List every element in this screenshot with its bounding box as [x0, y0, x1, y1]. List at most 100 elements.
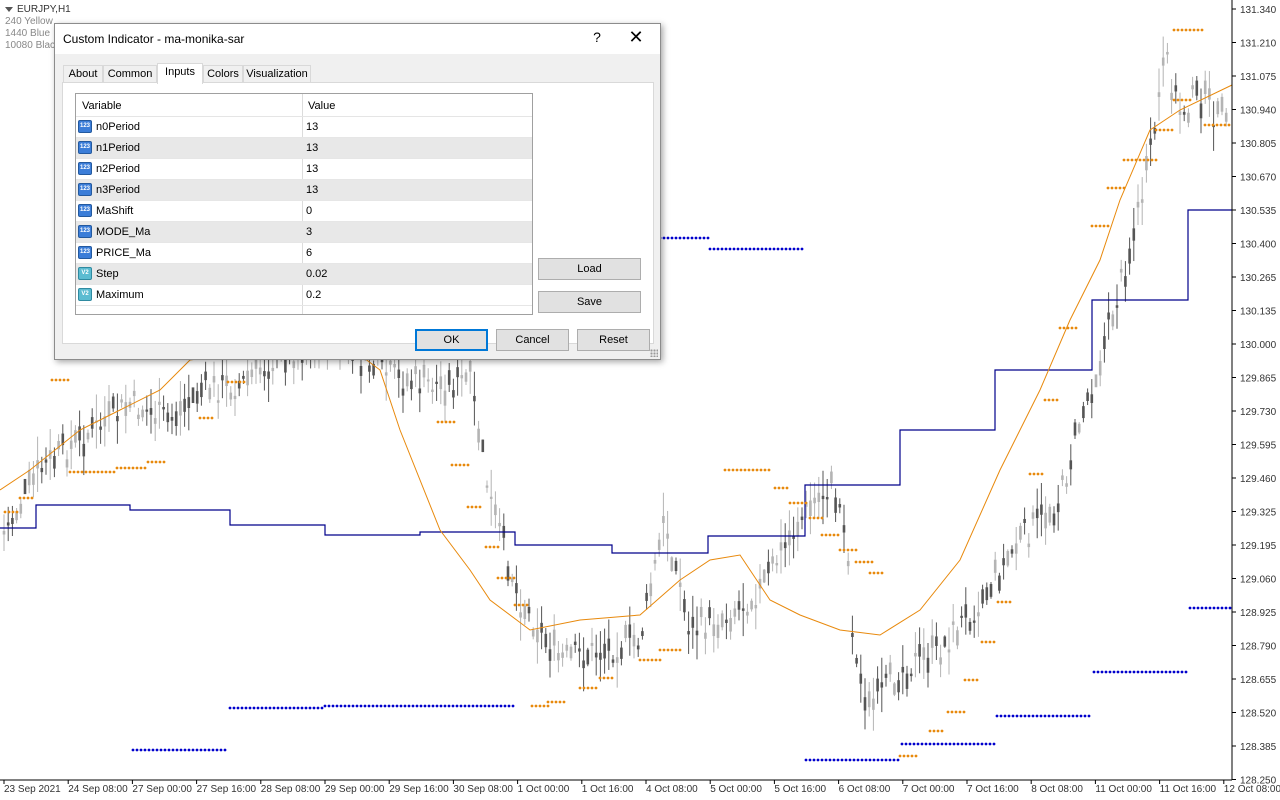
sar-dot-orange	[1118, 186, 1122, 190]
sar-dot-blue	[507, 704, 511, 708]
sar-dot-orange	[980, 640, 984, 644]
input-value[interactable]: 0.02	[306, 268, 327, 280]
sar-dot-orange	[1146, 158, 1150, 162]
price-tick-label: 128.385	[1240, 742, 1277, 753]
candle-body	[498, 522, 501, 527]
candle-body	[439, 376, 443, 390]
input-value[interactable]: 13	[306, 121, 318, 133]
sar-dot-blue	[447, 704, 451, 708]
candle-body	[1098, 361, 1102, 376]
candle-body	[519, 612, 522, 618]
candle-body	[481, 439, 485, 453]
sar-dot-orange	[474, 505, 478, 509]
sar-dot-blue	[960, 742, 964, 746]
cancel-button[interactable]: Cancel	[496, 329, 569, 351]
save-button[interactable]: Save	[538, 291, 641, 313]
input-row-n3period[interactable]: 123 n3Period 13	[76, 180, 532, 201]
sar-dot-blue	[475, 704, 479, 708]
sar-dot-orange	[785, 486, 789, 490]
sar-dot-orange	[870, 560, 874, 564]
sar-dot-orange	[1150, 158, 1154, 162]
sar-dot-blue	[1019, 714, 1023, 718]
sar-dot-blue	[203, 748, 207, 752]
candle-body	[569, 646, 573, 659]
input-row-mashift[interactable]: 123 MaShift 0	[76, 201, 532, 222]
sar-dot-blue	[884, 758, 888, 762]
input-row-price_ma[interactable]: 123 PRICE_Ma 6	[76, 243, 532, 264]
sar-dot-orange	[202, 416, 206, 420]
candle-body	[645, 592, 648, 601]
sar-dot-blue	[359, 704, 363, 708]
candle-body	[729, 618, 732, 632]
sar-dot-orange	[932, 729, 936, 733]
help-icon[interactable]: ?	[587, 29, 607, 45]
tab-about[interactable]: About	[63, 65, 103, 83]
input-value[interactable]: 13	[306, 163, 318, 175]
input-row-mode_ma[interactable]: 123 MODE_Ma 3	[76, 222, 532, 243]
candle-body	[708, 607, 711, 619]
sar-dot-orange	[150, 460, 154, 464]
resize-grip-icon[interactable]	[650, 349, 658, 357]
input-value[interactable]: 13	[306, 142, 318, 154]
tab-common[interactable]: Common	[103, 65, 157, 83]
input-value[interactable]: 6	[306, 247, 312, 259]
collapse-triangle-icon[interactable]	[5, 6, 13, 12]
candle-body	[401, 388, 405, 396]
candle-body	[1040, 504, 1043, 515]
sar-dot-orange	[868, 571, 872, 575]
column-header-value[interactable]: Value	[308, 100, 335, 112]
sar-dot-orange	[1188, 98, 1192, 102]
sar-dot-orange	[450, 463, 454, 467]
tab-colors[interactable]: Colors	[203, 65, 243, 83]
sar-dot-blue	[1051, 714, 1055, 718]
time-tick-label: 29 Sep 16:00	[389, 784, 449, 795]
tab-visualization[interactable]: Visualization	[243, 65, 311, 83]
close-icon[interactable]: ✕	[628, 27, 644, 48]
column-header-variable[interactable]: Variable	[82, 100, 122, 112]
input-value[interactable]: 3	[306, 226, 312, 238]
sar-dot-orange	[1184, 28, 1188, 32]
sar-dot-blue	[1132, 670, 1136, 674]
input-row-n1period[interactable]: 123 n1Period 13	[76, 138, 532, 159]
sar-dot-blue	[159, 748, 163, 752]
sar-dot-orange	[112, 470, 116, 474]
sar-dot-blue	[686, 236, 690, 240]
input-row-maximum[interactable]: V2 Maximum 0.2	[76, 285, 532, 306]
time-tick-label: 27 Sep 00:00	[132, 784, 192, 795]
input-value[interactable]: 13	[306, 184, 318, 196]
sar-dot-blue	[1059, 714, 1063, 718]
input-row-n0period[interactable]: 123 n0Period 13	[76, 117, 532, 138]
candle-body	[1082, 406, 1085, 419]
sar-dot-blue	[1039, 714, 1043, 718]
candle-body	[74, 430, 77, 443]
time-tick-label: 6 Oct 08:00	[839, 784, 891, 795]
sar-dot-blue	[964, 742, 968, 746]
candle-body	[737, 601, 741, 610]
candle-body	[536, 629, 539, 643]
candle-body	[65, 459, 69, 468]
sar-dot-orange	[950, 710, 954, 714]
ok-button[interactable]: OK	[415, 329, 488, 351]
sar-dot-orange	[558, 700, 562, 704]
time-tick-label: 1 Oct 00:00	[518, 784, 570, 795]
candle-body	[699, 606, 703, 618]
candle-body	[918, 644, 921, 657]
input-value[interactable]: 0	[306, 205, 312, 217]
sar-dot-blue	[1067, 714, 1071, 718]
sar-dot-orange	[1047, 398, 1051, 402]
tab-inputs[interactable]: Inputs	[157, 63, 203, 84]
sar-dot-blue	[892, 758, 896, 762]
sar-dot-blue	[768, 247, 772, 251]
sar-dot-blue	[1027, 714, 1031, 718]
candle-body	[632, 634, 636, 647]
dialog-titlebar[interactable]: Custom Indicator - ma-monika-sar ? ✕	[55, 24, 660, 54]
sar-dot-orange	[846, 548, 850, 552]
sar-dot-orange	[1180, 98, 1184, 102]
input-row-step[interactable]: V2 Step 0.02	[76, 264, 532, 285]
sar-dot-orange	[880, 571, 884, 575]
reset-button[interactable]: Reset	[577, 329, 650, 351]
load-button[interactable]: Load	[538, 258, 641, 280]
input-value[interactable]: 0.2	[306, 289, 321, 301]
input-row-n2period[interactable]: 123 n2Period 13	[76, 159, 532, 180]
sar-dot-blue	[248, 706, 252, 710]
